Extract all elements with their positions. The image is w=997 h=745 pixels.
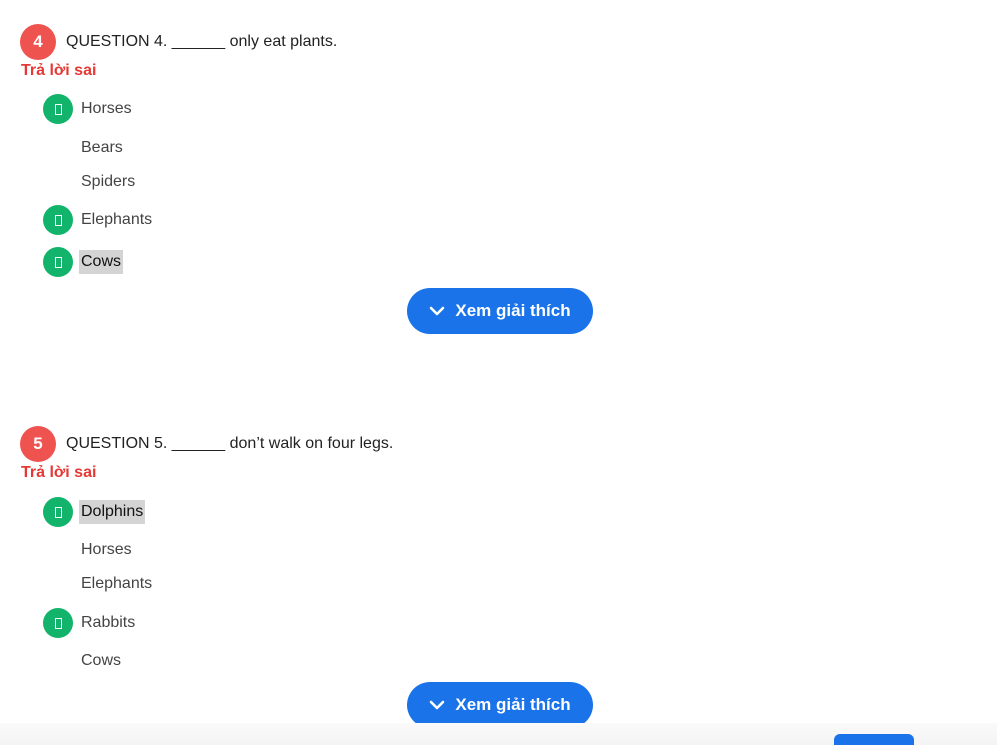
option-label: Horses (81, 541, 132, 558)
answer-status: Trả lời sai (21, 62, 97, 79)
question-number-badge: 5 (20, 426, 56, 462)
option-label-selected: Dolphins (79, 500, 146, 524)
question-number-badge: 4 (20, 24, 56, 60)
bottom-action-button[interactable] (834, 734, 914, 745)
option-rabbits[interactable]: Rabbits (43, 608, 135, 638)
option-label: Elephants (81, 575, 153, 592)
missing-glyph-icon (43, 205, 73, 235)
option-elephants[interactable]: Elephants (43, 205, 152, 235)
option-label-selected: Cows (79, 250, 124, 274)
option-label: Spiders (81, 173, 136, 190)
question-text: QUESTION 4. ______ only eat plants. (66, 33, 338, 50)
missing-glyph-icon (43, 497, 73, 527)
answer-status: Trả lời sai (21, 464, 97, 481)
option-label: Cows (81, 652, 122, 669)
option-label: Rabbits (81, 614, 136, 631)
missing-glyph-icon (43, 94, 73, 124)
chevron-down-icon (430, 700, 445, 710)
missing-glyph-icon (43, 608, 73, 638)
show-explanation-button[interactable]: Xem giải thích (407, 288, 593, 334)
show-explanation-button[interactable]: Xem giải thích (407, 682, 593, 728)
option-dolphins[interactable]: Dolphins (43, 497, 146, 527)
option-cows[interactable]: Cows (43, 247, 124, 277)
option-horses[interactable]: Horses (43, 94, 132, 124)
option-label: Horses (81, 100, 132, 117)
quiz-results-page: 4 QUESTION 4. ______ only eat plants. Tr… (0, 0, 997, 745)
question-header: 5 QUESTION 5. ______ don’t walk on four … (20, 426, 393, 462)
show-explanation-label: Xem giải thích (455, 695, 571, 714)
show-explanation-label: Xem giải thích (455, 301, 571, 320)
question-text: QUESTION 5. ______ don’t walk on four le… (66, 435, 394, 452)
option-label: Bears (81, 139, 123, 156)
question-header: 4 QUESTION 4. ______ only eat plants. (20, 24, 337, 60)
chevron-down-icon (430, 306, 445, 316)
missing-glyph-icon (43, 247, 73, 277)
option-label: Elephants (81, 211, 153, 228)
